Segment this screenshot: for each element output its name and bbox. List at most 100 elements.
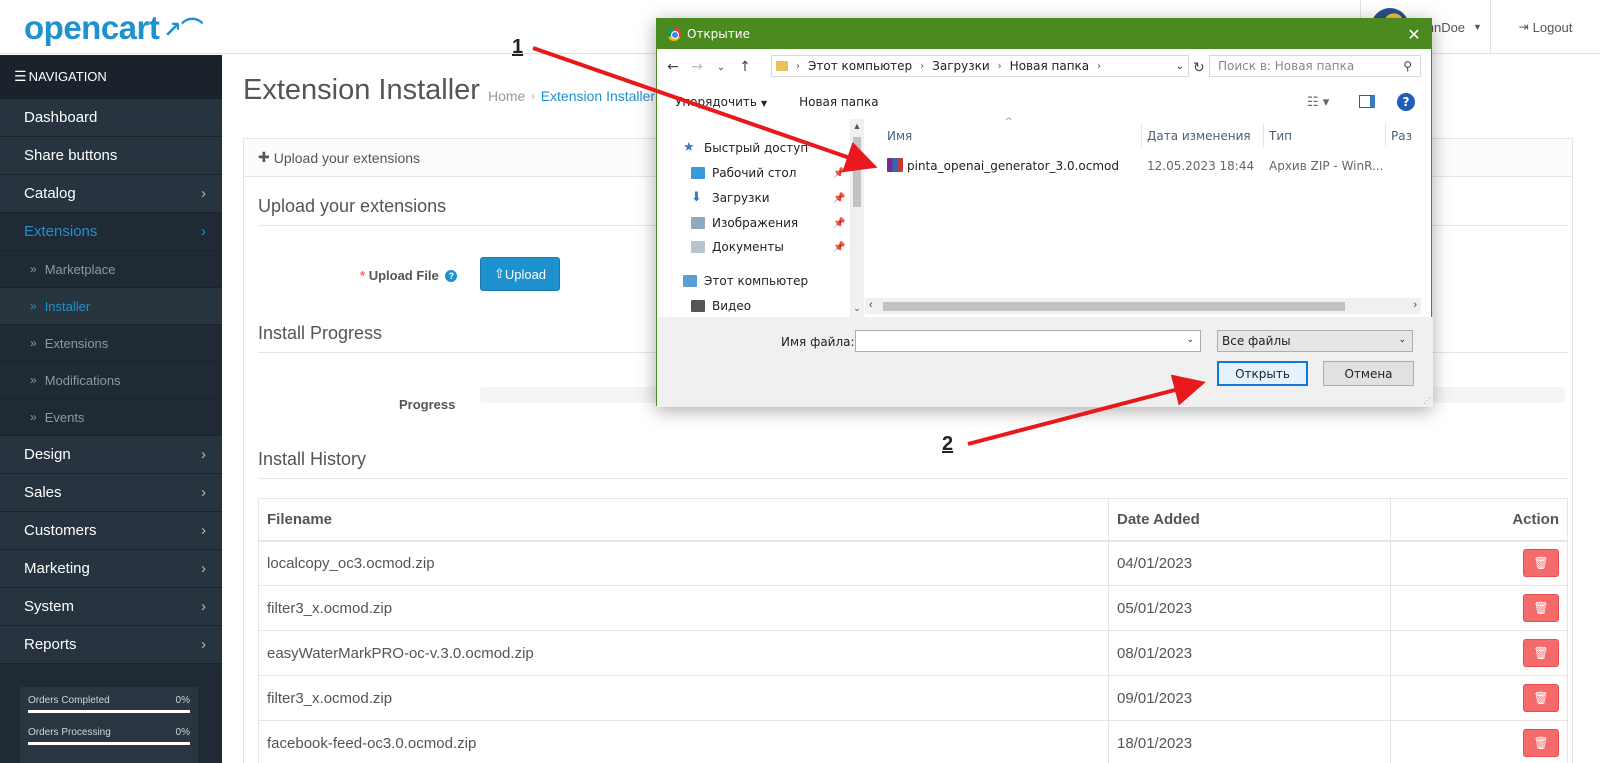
sidebar-item-design[interactable]: Design › (0, 436, 222, 474)
forward-arrow-icon[interactable]: → (685, 59, 709, 75)
sidebar-subitem-label: Marketplace (44, 261, 116, 277)
dialog-titlebar[interactable]: Открытие ✕ (657, 19, 1431, 49)
column-type[interactable]: Тип (1269, 129, 1292, 143)
preview-pane-icon[interactable] (1359, 95, 1375, 108)
sidebar-item-reports[interactable]: Reports › (0, 626, 222, 664)
caret-down-icon: ▼ (760, 99, 768, 108)
sidebar-subitem-installer[interactable]: » Installer (0, 288, 222, 325)
scroll-up-icon[interactable]: ▲ (850, 121, 864, 131)
page: opencart ↗⌒ JohnDoe ▼ ⇥ Logout ☰ NAVIGAT… (0, 0, 1600, 763)
list-item[interactable]: pinta_openai_generator_3.0.ocmod 12.05.2… (865, 155, 1433, 177)
opencart-logo[interactable]: opencart ↗⌒ (24, 9, 203, 46)
scroll-thumb[interactable] (853, 137, 861, 207)
address-segment[interactable]: Новая папка (1010, 59, 1089, 73)
filename-input[interactable]: ⌄ (855, 330, 1201, 352)
sidebar-item-catalog[interactable]: Catalog › (0, 175, 222, 213)
trash-icon: 🗑 (1533, 556, 1549, 571)
sidebar-subitem-extensions[interactable]: » Extensions (0, 325, 222, 362)
back-arrow-icon[interactable]: ← (661, 59, 685, 75)
history-legend: Install History (258, 449, 1568, 479)
logo-text: opencart (24, 9, 160, 46)
up-arrow-icon[interactable]: ↑ (733, 59, 757, 75)
logout-label: Logout (1532, 19, 1573, 35)
cell-action: 🗑 (1390, 630, 1568, 676)
delete-button[interactable]: 🗑 (1523, 729, 1559, 757)
file-list-scrollbar[interactable]: ‹ › (865, 298, 1421, 314)
delete-button[interactable]: 🗑 (1523, 594, 1559, 622)
sidebar-item-label: Extensions (24, 223, 98, 240)
question-circle-icon[interactable]: ? (445, 270, 458, 282)
help-icon[interactable]: ? (1397, 93, 1415, 111)
scroll-left-icon[interactable]: ‹ (869, 299, 873, 311)
address-separator-icon: › (796, 60, 800, 72)
resize-grip-icon[interactable]: ⋰ (1423, 396, 1431, 405)
close-icon[interactable]: ✕ (1397, 19, 1431, 49)
file-type-select[interactable]: Все файлы ⌄ (1217, 330, 1413, 352)
sidebar-item-share-buttons[interactable]: Share buttons (0, 137, 222, 175)
sidebar-item-marketing[interactable]: Marketing › (0, 550, 222, 588)
tree-item-documents[interactable]: Документы (691, 240, 784, 254)
file-type-value: Все файлы (1222, 334, 1291, 348)
cell-filename: filter3_x.ocmod.zip (258, 585, 1109, 631)
breadcrumb-home[interactable]: Home (488, 88, 525, 104)
organize-button[interactable]: Упорядочить ▼ (675, 95, 767, 109)
scroll-down-icon[interactable]: ⌄ (850, 303, 864, 314)
install-history-table: Filename Date Added Action localcopy_oc3… (258, 498, 1568, 763)
tree-item-video[interactable]: Видео (691, 299, 751, 313)
search-input[interactable]: Поиск в: Новая папка ⚲ (1209, 55, 1421, 77)
stat-value: 0% (175, 727, 190, 738)
address-dropdown-icon[interactable]: ⌄ (1176, 61, 1184, 72)
open-button[interactable]: Открыть (1217, 361, 1308, 386)
tree-item-this-pc[interactable]: Этот компьютер (683, 274, 808, 288)
bars-icon: ☰ (14, 68, 27, 84)
navigation-scrollbar[interactable]: ▲ ⌄ (850, 119, 864, 317)
computer-icon (683, 275, 697, 287)
new-folder-button[interactable]: Новая папка (799, 95, 878, 109)
tree-item-label: Быстрый доступ (704, 141, 809, 155)
tree-item-downloads[interactable]: ⬇ Загрузки (691, 191, 770, 205)
stat-orders-processing: Orders Processing 0% (28, 727, 190, 745)
scroll-thumb[interactable] (883, 302, 1345, 311)
cell-date: 18/01/2023 (1108, 720, 1391, 763)
column-filename[interactable]: Filename (258, 498, 1109, 542)
column-date-modified[interactable]: Дата изменения (1147, 129, 1251, 143)
column-size[interactable]: Раз (1391, 129, 1412, 143)
recent-locations-chevron-icon[interactable]: ⌄ (709, 62, 733, 73)
sidebar-item-sales[interactable]: Sales › (0, 474, 222, 512)
sidebar-item-dashboard[interactable]: Dashboard (0, 99, 222, 137)
cancel-button[interactable]: Отмена (1323, 361, 1414, 386)
view-options-icon[interactable]: ☷ ▾ (1307, 95, 1329, 110)
sidebar-subitem-modifications[interactable]: » Modifications (0, 362, 222, 399)
refresh-icon[interactable]: ↻ (1193, 60, 1205, 76)
column-name[interactable]: Имя (887, 129, 912, 143)
breadcrumb-current[interactable]: Extension Installer (541, 88, 655, 104)
upload-button[interactable]: ⇧ Upload (480, 257, 560, 291)
sidebar-item-label: Dashboard (24, 109, 98, 126)
angle-double-right-icon: » (30, 262, 37, 276)
sidebar-subitem-marketplace[interactable]: » Marketplace (0, 251, 222, 288)
pin-icon: 📌 (833, 218, 846, 229)
chevron-down-icon: ⌄ (1398, 335, 1406, 345)
tree-item-desktop[interactable]: Рабочий стол (691, 166, 796, 180)
file-name: pinta_openai_generator_3.0.ocmod (907, 159, 1119, 173)
navigation-heading: ☰ NAVIGATION (0, 55, 222, 99)
address-bar[interactable]: › Этот компьютер › Загрузки › Новая папк… (771, 55, 1189, 77)
chevron-down-icon[interactable]: ⌄ (1186, 335, 1194, 345)
tree-item-pictures[interactable]: Изображения (691, 216, 798, 230)
sidebar-subitem-events[interactable]: » Events (0, 399, 222, 436)
delete-button[interactable]: 🗑 (1523, 549, 1559, 578)
sidebar-item-extensions[interactable]: Extensions › (0, 213, 222, 251)
sidebar-item-customers[interactable]: Customers › (0, 512, 222, 550)
delete-button[interactable]: 🗑 (1523, 639, 1559, 667)
scroll-right-icon[interactable]: › (1413, 299, 1417, 311)
address-segment[interactable]: Этот компьютер (808, 59, 912, 73)
search-icon: ⚲ (1403, 59, 1412, 73)
panel-heading-label: Upload your extensions (273, 149, 421, 166)
sidebar-item-system[interactable]: System › (0, 588, 222, 626)
delete-button[interactable]: 🗑 (1523, 684, 1559, 712)
logout-link[interactable]: ⇥ Logout (1490, 0, 1600, 54)
tree-item-quick-access[interactable]: ★ Быстрый доступ (683, 141, 808, 155)
column-date-added[interactable]: Date Added (1108, 498, 1391, 542)
address-segment[interactable]: Загрузки (932, 59, 990, 73)
file-date: 12.05.2023 18:44 (1147, 159, 1255, 173)
